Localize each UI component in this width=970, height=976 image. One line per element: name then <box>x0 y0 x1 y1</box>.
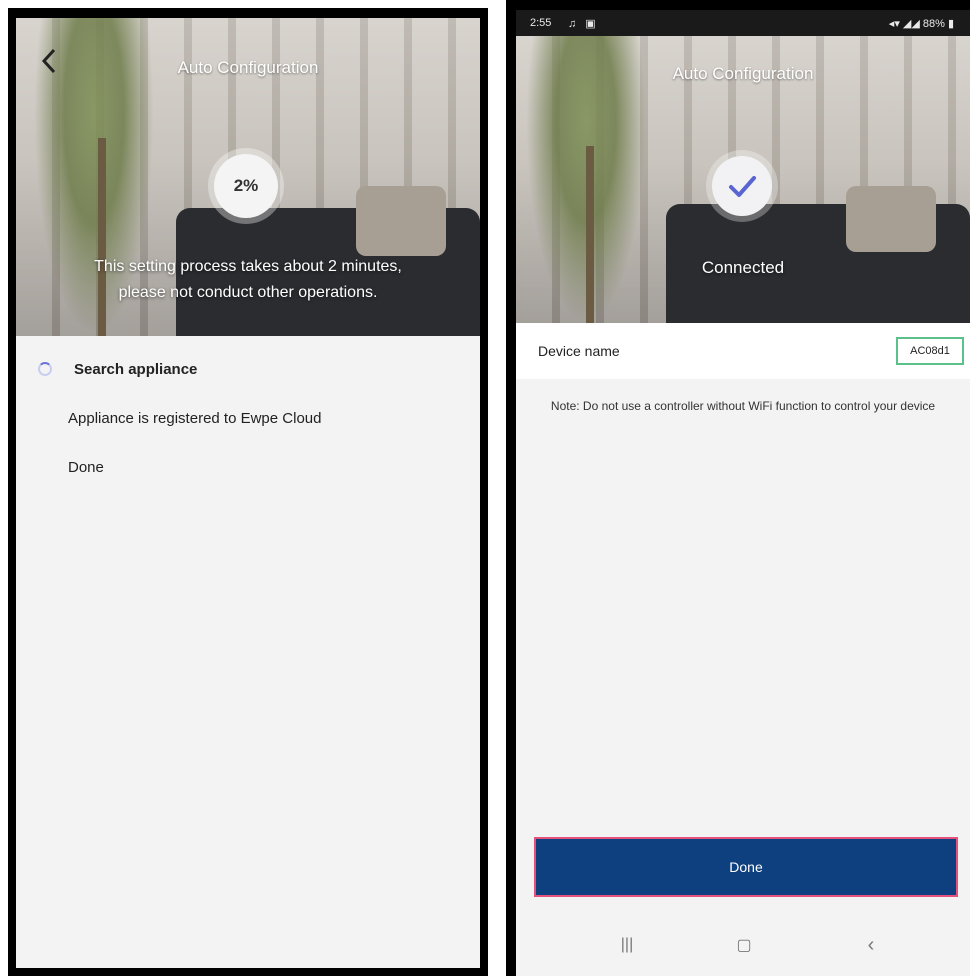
phone-left: Auto Configuration 2% This setting proce… <box>8 8 488 976</box>
progress-percentage: 2% <box>214 154 278 218</box>
device-name-row: Device name <box>516 323 970 379</box>
hero-background: Auto Configuration Connected <box>516 36 970 323</box>
done-button[interactable]: Done <box>534 837 958 897</box>
config-success-screen: 2:55 ♫ ▣ ◂▾ ◢◢ 88% ▮ Auto Configuration … <box>516 10 970 976</box>
setup-message: This setting process takes about 2 minut… <box>94 258 402 301</box>
connected-label: Connected <box>701 258 785 277</box>
loading-spinner-icon <box>38 362 52 376</box>
wifi-note: Note: Do not use a controller without Wi… <box>550 399 936 413</box>
notification-icons: ♫ ▣ <box>568 18 599 30</box>
home-icon: ▢ <box>736 937 752 954</box>
device-name-field[interactable] <box>896 337 964 365</box>
step-search-appliance: Search appliance <box>74 361 198 378</box>
device-name-label: Device name <box>538 343 620 359</box>
status-time: 2:55 <box>530 17 552 29</box>
page-title: Auto Configuration <box>672 64 814 83</box>
step-registered-cloud: Appliance is registered to Ewpe Cloud <box>68 410 322 427</box>
battery-signal-icons: ◂▾ ◢◢ 88% ▮ <box>888 18 954 30</box>
back-icon: ‹ <box>867 933 875 956</box>
config-progress-screen: Auto Configuration 2% This setting proce… <box>16 18 480 968</box>
phone-right: 2:55 ♫ ▣ ◂▾ ◢◢ 88% ▮ Auto Configuration … <box>506 0 970 976</box>
page-title: Auto Configuration <box>177 58 319 77</box>
android-nav-bar: ||| ▢ ‹ <box>516 915 970 976</box>
hero-background: Auto Configuration 2% This setting proce… <box>16 18 480 336</box>
step-done: Done <box>68 459 104 476</box>
recents-icon: ||| <box>620 936 634 953</box>
success-check-circle <box>712 156 772 216</box>
recents-button[interactable]: ||| <box>612 935 642 955</box>
home-button[interactable]: ▢ <box>729 935 759 955</box>
nav-back-button[interactable]: ‹ <box>856 933 886 956</box>
checkmark-icon <box>729 176 756 197</box>
status-bar: 2:55 ♫ ▣ ◂▾ ◢◢ 88% ▮ <box>516 10 970 36</box>
